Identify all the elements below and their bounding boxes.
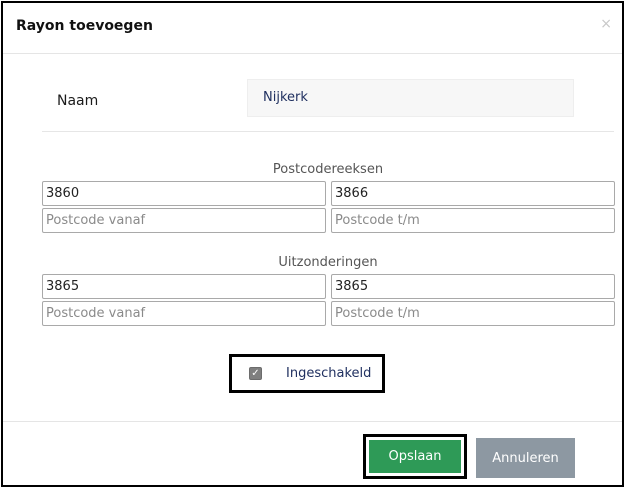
enabled-toggle: ✓ Ingeschakeld: [229, 354, 385, 393]
exception-to-input[interactable]: [331, 301, 615, 326]
name-value-field[interactable]: Nijkerk: [247, 79, 574, 117]
name-label: Naam: [57, 93, 99, 109]
postcode-ranges-title: Postcodereeksen: [272, 162, 384, 177]
save-button-highlight: Opslaan: [363, 434, 467, 479]
dialog-header: Rayon toevoegen ×: [3, 3, 622, 54]
save-button[interactable]: Opslaan: [369, 440, 461, 473]
enabled-label[interactable]: Ingeschakeld: [286, 366, 371, 381]
cancel-button[interactable]: Annuleren: [476, 438, 575, 478]
enabled-checkbox[interactable]: ✓: [249, 367, 262, 380]
postcode-range-from-input[interactable]: [42, 208, 326, 233]
footer-divider: [3, 421, 622, 422]
close-icon[interactable]: ×: [600, 17, 612, 31]
postcode-range-to-input[interactable]: [331, 208, 615, 233]
exception-from-value[interactable]: [42, 274, 326, 299]
exception-from-input[interactable]: [42, 301, 326, 326]
postcode-range-to-value[interactable]: [331, 181, 615, 206]
dialog-title: Rayon toevoegen: [16, 18, 153, 34]
exceptions-title: Uitzonderingen: [278, 255, 378, 270]
postcode-range-from-value[interactable]: [42, 181, 326, 206]
add-rayon-dialog: Rayon toevoegen × Naam Nijkerk Postcoder…: [1, 1, 624, 487]
exception-to-value[interactable]: [331, 274, 615, 299]
divider: [42, 131, 614, 132]
